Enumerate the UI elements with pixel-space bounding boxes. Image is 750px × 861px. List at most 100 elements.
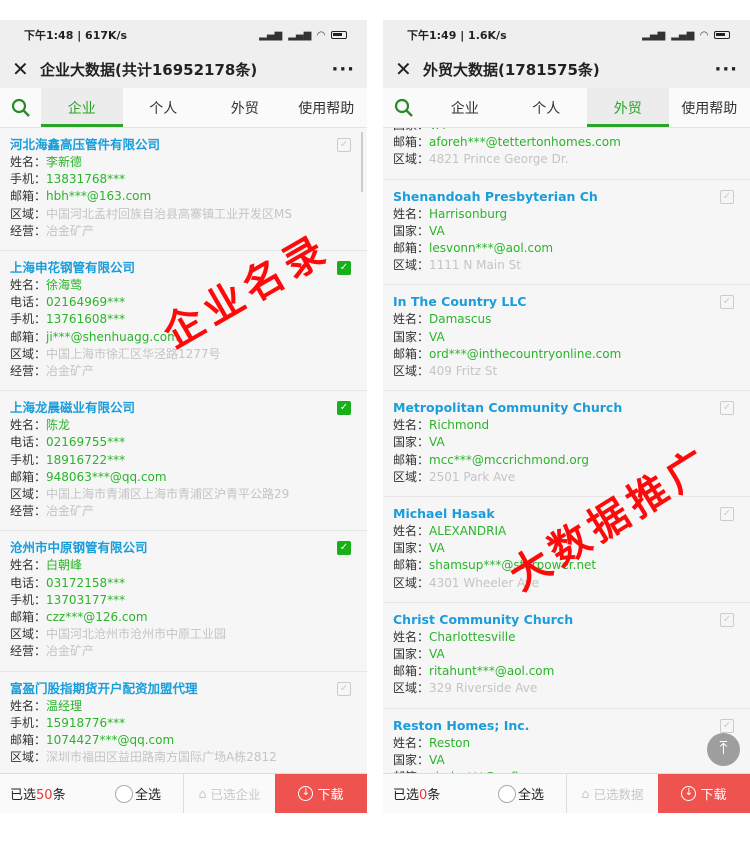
field-value: lesvonn***@aol.com [429,241,554,256]
list-item[interactable]: Shenandoah Presbyterian Ch ✓ 姓名：Harrisonbu… [383,180,750,286]
item-field: 邮箱：mcc***@mccrichmond.org [393,452,740,469]
item-title[interactable]: Christ Community Church [393,611,740,629]
result-list[interactable]: 国家：VA邮箱：aforeh***@tettertonhomes.com区域：4… [383,128,750,773]
item-checkbox[interactable]: ✓ [720,507,734,522]
field-label: 区域： [393,575,430,590]
tab-1[interactable]: 个人 [506,88,588,127]
item-checkbox[interactable]: ✓ [337,261,351,276]
list-item[interactable]: Christ Community Church ✓ 姓名：Charlottesvil… [383,603,750,709]
select-all-toggle[interactable]: 全选 [115,784,183,803]
tab-3[interactable]: 使用帮助 [669,88,750,127]
tag-icon: ⌂ [581,786,590,801]
list-item[interactable]: Michael Hasak ✓ 姓名：ALEXANDRIA 国家：VA 邮箱：shams… [383,497,750,603]
status-time: 下午1:49 | 1.6K/s [407,29,507,42]
item-checkbox[interactable]: ✓ [337,681,351,696]
item-checkbox[interactable]: ✓ [720,401,734,416]
list-item[interactable]: 上海龙晨磁业有限公司 ✓ 姓名：陈龙 电话：02169755*** 手机：1891672… [0,391,367,532]
select-all-label: 全选 [135,788,162,803]
list-item[interactable]: 上海申花钢管有限公司 ✓ 姓名：徐海莺 电话：02164969*** 手机：137616… [0,251,367,392]
tab-1[interactable]: 个人 [123,88,205,127]
item-title[interactable]: Shenandoah Presbyterian Ch [393,188,740,206]
tab-2[interactable]: 外贸 [587,88,669,127]
item-title[interactable]: In The Country LLC [393,293,740,311]
field-label: 手机： [10,172,47,187]
item-checkbox[interactable]: ✓ [720,189,734,204]
field-label: 区域： [393,364,430,379]
tab-3[interactable]: 使用帮助 [286,88,368,127]
search-icon[interactable] [383,88,424,127]
field-label: 电话： [10,575,47,590]
item-checkbox[interactable]: ✓ [337,138,351,152]
item-title[interactable]: 富盈门股指期货开户配资加盟代理 [10,680,357,698]
field-label: 邮箱： [393,664,430,679]
list-item[interactable]: 富盈门股指期货开户配资加盟代理 ✓ 姓名：温经理 手机：15918776*** 邮箱：1… [0,672,367,773]
list-item[interactable]: Metropolitan Community Church ✓ 姓名：Richmon… [383,391,750,498]
item-field: 邮箱：hbh***@163.com [10,188,357,205]
item-field: 国家：VA [393,223,740,240]
item-title[interactable]: Michael Hasak [393,505,740,523]
field-value: 中国上海市徐汇区华泾路1277号 [46,346,221,361]
tab-0[interactable]: 企业 [41,88,123,127]
item-checkbox[interactable]: ✓ [720,295,734,310]
list-item[interactable]: 沧州市中原钢管有限公司 ✓ 姓名：白朝峰 电话：03172158*** 手机：13703… [0,531,367,672]
item-title[interactable]: Reston Homes; Inc. [393,717,740,735]
item-title[interactable]: 上海龙晨磁业有限公司 [10,399,357,417]
field-value: ord***@inthecountryonline.com [429,346,622,361]
item-checkbox[interactable]: ✓ [720,718,734,733]
tab-0[interactable]: 企业 [424,88,506,127]
radio-icon[interactable] [498,784,516,803]
item-title[interactable]: 沧州市中原钢管有限公司 [10,539,357,557]
field-label: 区域： [393,258,430,273]
item-field: 姓名：Harrisonburg [393,206,740,223]
item-checkbox[interactable]: ✓ [337,541,351,556]
list-item[interactable]: 河北海鑫高压管件有限公司 ✓ 姓名：李新德 手机：13831768*** 邮箱：hbh*… [0,128,367,252]
close-icon[interactable]: ✕ [12,57,36,81]
list-item[interactable]: Reston Homes; Inc.✓姓名：Reston国家：VA邮箱：cind… [383,709,750,773]
download-button[interactable]: ↓ 下载 [658,774,750,813]
item-field: 区域：2501 Park Ave [393,469,740,486]
field-label: 电话： [10,435,47,450]
field-value: 1111 N Main St [429,258,521,273]
close-icon[interactable]: ✕ [395,57,419,81]
list-item[interactable]: 国家：VA邮箱：aforeh***@tettertonhomes.com区域：4… [383,128,750,180]
selected-prefix: 已选 [393,788,420,803]
list-item[interactable]: In The Country LLC ✓ 姓名：Damascus 国家：VA 邮箱：or… [383,285,750,392]
item-title[interactable]: 河北海鑫高压管件有限公司 [10,136,357,154]
selected-items-button[interactable]: ⌂ 已选企业 [183,774,275,813]
download-button[interactable]: ↓ 下载 [275,774,367,813]
item-field: 姓名：温经理 [10,698,357,715]
tab-2[interactable]: 外贸 [204,88,286,127]
scroll-to-top-button[interactable]: ⤒ [707,733,740,766]
phone-screen-foreign-trade: 下午1:49 | 1.6K/s ▂▄▆ ▂▄▆ ◠ ✕ 外贸大数据(1781575条) ··… [383,20,750,813]
radio-icon[interactable] [115,784,133,803]
field-value: 徐海莺 [46,278,83,293]
item-field: 邮箱：czz***@126.com [10,609,357,626]
status-icons: ▂▄▆ ▂▄▆ ◠ [642,30,730,41]
selected-items-button[interactable]: ⌂ 已选数据 [566,774,658,813]
field-value: 冶金矿产 [46,364,95,379]
item-title[interactable]: Metropolitan Community Church [393,399,740,417]
field-label: 邮箱： [10,610,47,625]
search-icon[interactable] [0,88,41,127]
item-title[interactable]: 上海申花钢管有限公司 [10,259,357,277]
result-list[interactable]: 河北海鑫高压管件有限公司 ✓ 姓名：李新德 手机：13831768*** 邮箱：hbh*… [0,128,367,773]
item-checkbox[interactable]: ✓ [337,401,351,416]
field-value: 中国河北沧州市沧州市中原工业园 [46,627,227,642]
field-label: 姓名： [393,735,430,750]
status-bar: 下午1:48 | 617K/s ▂▄▆ ▂▄▆ ◠ [0,20,367,50]
field-label: 姓名： [10,558,47,573]
field-label: 经营： [10,644,47,659]
item-field: 区域：329 Riverside Ave [393,680,740,697]
title-bar: ✕ 外贸大数据(1781575条) ··· [383,50,750,88]
more-button[interactable]: ··· [331,59,355,80]
field-value: VA [429,128,445,132]
field-value: VA [429,752,445,767]
select-all-toggle[interactable]: 全选 [498,784,566,803]
field-value: 02164969*** [46,295,126,310]
scrollbar[interactable] [361,132,363,192]
field-value: 329 Riverside Ave [429,681,538,696]
more-button[interactable]: ··· [714,59,738,80]
item-checkbox[interactable]: ✓ [720,612,734,627]
page-title: 企业大数据(共计16952178条) [40,60,258,79]
field-value: 03172158*** [46,575,126,590]
